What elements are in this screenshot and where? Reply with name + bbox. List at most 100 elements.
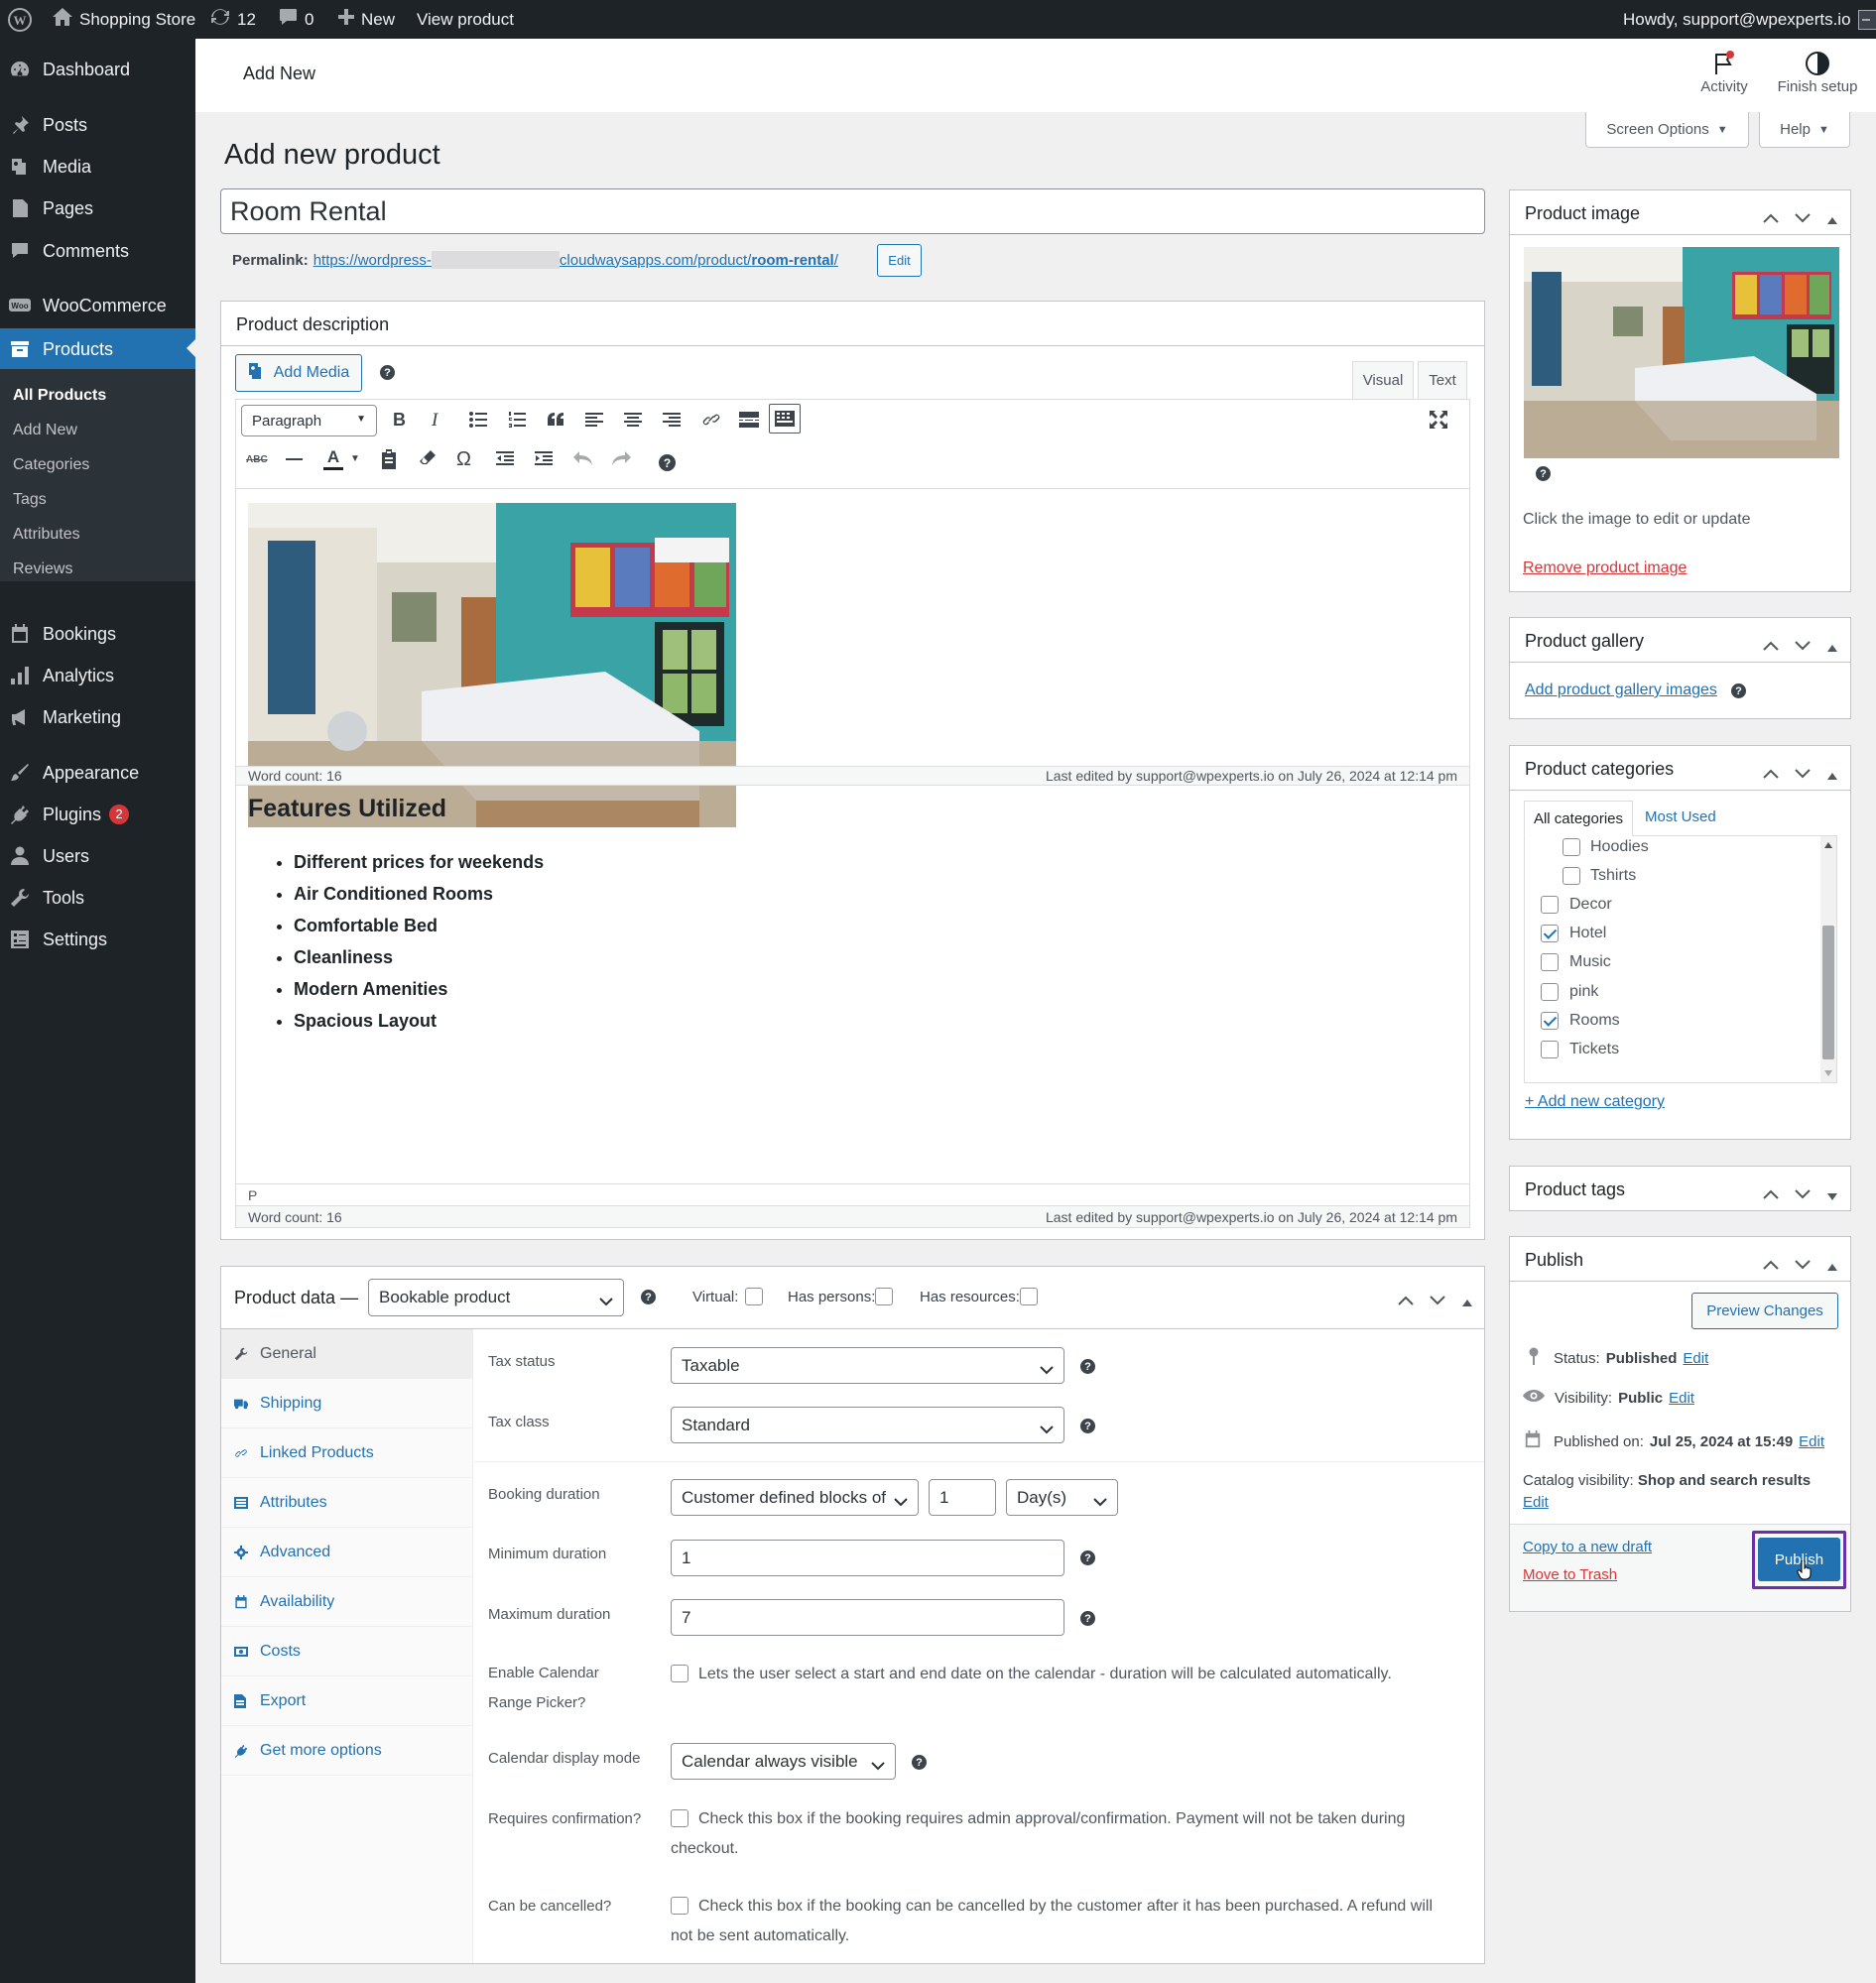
redo-icon[interactable] — [611, 450, 631, 471]
help-icon[interactable]: ? — [641, 1290, 656, 1304]
calendar-mode-select[interactable]: Calendar always visible — [671, 1743, 896, 1780]
category-music[interactable]: Music — [1541, 953, 1611, 971]
help-icon[interactable]: ? — [1536, 466, 1551, 481]
expand-icon[interactable] — [1827, 1185, 1837, 1205]
tax-class-select[interactable]: Standard — [671, 1407, 1064, 1443]
tab-advanced[interactable]: Advanced — [221, 1528, 473, 1577]
permalink-link[interactable]: https://wordpress-cloudwaysapps.com/prod… — [313, 251, 838, 269]
add-media-button[interactable]: Add Media — [235, 354, 362, 392]
my-account-link[interactable]: Howdy, support@wpexperts.io — [1623, 0, 1876, 39]
booking-duration-unit-select[interactable]: Day(s) — [1006, 1479, 1118, 1516]
align-right-icon[interactable] — [663, 412, 681, 433]
move-down-icon[interactable] — [1795, 1184, 1811, 1204]
category-checklist[interactable]: Hoodies Tshirts Decor Hotel Music pink R… — [1524, 835, 1837, 1083]
updates-link[interactable]: 12 — [210, 0, 256, 39]
italic-icon[interactable]: I — [432, 410, 438, 432]
help-icon[interactable]: ? — [1080, 1419, 1095, 1433]
tab-attributes[interactable]: Attributes — [221, 1478, 473, 1528]
help-icon[interactable]: ? — [1080, 1611, 1095, 1626]
category-checkbox[interactable] — [1541, 1012, 1559, 1030]
move-up-icon[interactable] — [1763, 208, 1779, 228]
published-edit-link[interactable]: Edit — [1799, 1433, 1824, 1450]
numbered-list-icon[interactable] — [508, 412, 526, 433]
menu-bookings[interactable]: Bookings — [0, 614, 195, 654]
category-decor[interactable]: Decor — [1541, 896, 1612, 914]
collapse-icon[interactable] — [1827, 637, 1837, 657]
activity-button[interactable]: Activity — [1694, 49, 1754, 104]
scrollbar-thumb[interactable] — [1822, 926, 1834, 1059]
help-icon[interactable]: ? — [380, 365, 395, 380]
finish-setup-button[interactable]: Finish setup — [1773, 49, 1862, 104]
tab-shipping[interactable]: Shipping — [221, 1379, 473, 1428]
tab-text[interactable]: Text — [1418, 361, 1467, 399]
tab-costs[interactable]: Costs — [221, 1627, 473, 1676]
category-hoodies[interactable]: Hoodies — [1563, 838, 1649, 856]
preview-changes-button[interactable]: Preview Changes — [1691, 1293, 1838, 1329]
menu-dashboard[interactable]: Dashboard — [0, 50, 195, 89]
bold-icon[interactable]: B — [393, 410, 406, 431]
min-duration-input[interactable]: 1 — [671, 1540, 1064, 1576]
bullet-list-icon[interactable] — [469, 412, 487, 433]
menu-analytics[interactable]: Analytics — [0, 656, 195, 695]
remove-product-image-link[interactable]: Remove product image — [1523, 559, 1687, 577]
permalink-edit-button[interactable]: Edit — [877, 244, 922, 277]
paste-text-icon[interactable] — [380, 449, 398, 474]
tab-general[interactable]: General — [221, 1329, 473, 1379]
booking-duration-type-select[interactable]: Customer defined blocks of — [671, 1479, 919, 1516]
toolbar-toggle-icon[interactable] — [769, 404, 801, 434]
category-tshirts[interactable]: Tshirts — [1563, 867, 1636, 885]
product-type-select[interactable]: Bookable product — [368, 1279, 624, 1316]
move-up-icon[interactable] — [1763, 1184, 1779, 1204]
menu-pages[interactable]: Pages — [0, 188, 195, 228]
menu-tools[interactable]: Tools — [0, 878, 195, 918]
new-content-link[interactable]: New — [338, 0, 395, 39]
booking-duration-input[interactable]: 1 — [929, 1479, 996, 1516]
max-duration-input[interactable]: 7 — [671, 1599, 1064, 1636]
move-up-icon[interactable] — [1763, 636, 1779, 656]
align-center-icon[interactable] — [624, 412, 642, 433]
scroll-down-icon[interactable] — [1824, 1070, 1832, 1076]
move-down-icon[interactable] — [1795, 1255, 1811, 1275]
move-up-icon[interactable] — [1763, 1255, 1779, 1275]
collapse-icon[interactable] — [1827, 209, 1837, 229]
product-image-thumbnail[interactable] — [1524, 247, 1839, 458]
help-icon[interactable]: ? — [1080, 1550, 1095, 1565]
view-product-link[interactable]: View product — [417, 0, 514, 39]
category-checkbox[interactable] — [1541, 1041, 1559, 1058]
move-down-icon[interactable] — [1430, 1291, 1445, 1310]
collapse-icon[interactable] — [1462, 1292, 1472, 1311]
menu-products[interactable]: Products — [0, 328, 195, 370]
submenu-add-new[interactable]: Add New — [13, 422, 77, 439]
clear-formatting-icon[interactable] — [419, 449, 437, 474]
tab-all-categories[interactable]: All categories — [1524, 801, 1633, 836]
collapse-icon[interactable] — [1827, 765, 1837, 785]
tab-linked-products[interactable]: Linked Products — [221, 1428, 473, 1478]
menu-users[interactable]: Users — [0, 836, 195, 876]
tab-get-more-options[interactable]: Get more options — [221, 1726, 473, 1776]
move-down-icon[interactable] — [1795, 764, 1811, 784]
tab-most-used[interactable]: Most Used — [1645, 808, 1716, 825]
menu-comments[interactable]: Comments — [0, 231, 195, 271]
menu-appearance[interactable]: Appearance — [0, 753, 195, 793]
move-up-icon[interactable] — [1398, 1291, 1414, 1310]
category-checkbox[interactable] — [1541, 953, 1559, 971]
submenu-all-products[interactable]: All Products — [13, 387, 106, 405]
category-tickets[interactable]: Tickets — [1541, 1041, 1619, 1058]
keyboard-shortcuts-icon[interactable]: ? — [659, 454, 676, 471]
menu-woocommerce[interactable]: Woo WooCommerce — [0, 286, 195, 325]
tab-visual[interactable]: Visual — [1352, 361, 1414, 399]
add-new-category-link[interactable]: + Add new category — [1525, 1093, 1665, 1111]
submenu-categories[interactable]: Categories — [13, 456, 89, 474]
submenu-reviews[interactable]: Reviews — [13, 560, 72, 578]
product-title-input[interactable]: Room Rental — [220, 188, 1485, 234]
has-resources-checkbox[interactable] — [1020, 1288, 1038, 1305]
blockquote-icon[interactable] — [547, 412, 564, 433]
category-checkbox[interactable] — [1563, 838, 1580, 856]
site-name-link[interactable]: Shopping Store — [53, 0, 195, 39]
tab-availability[interactable]: Availability — [221, 1577, 473, 1627]
tax-status-select[interactable]: Taxable — [671, 1347, 1064, 1384]
wordpress-logo-icon[interactable]: W — [8, 0, 32, 39]
help-icon[interactable]: ? — [1731, 683, 1746, 698]
menu-plugins[interactable]: Plugins 2 — [0, 795, 195, 834]
submenu-tags[interactable]: Tags — [13, 491, 47, 509]
